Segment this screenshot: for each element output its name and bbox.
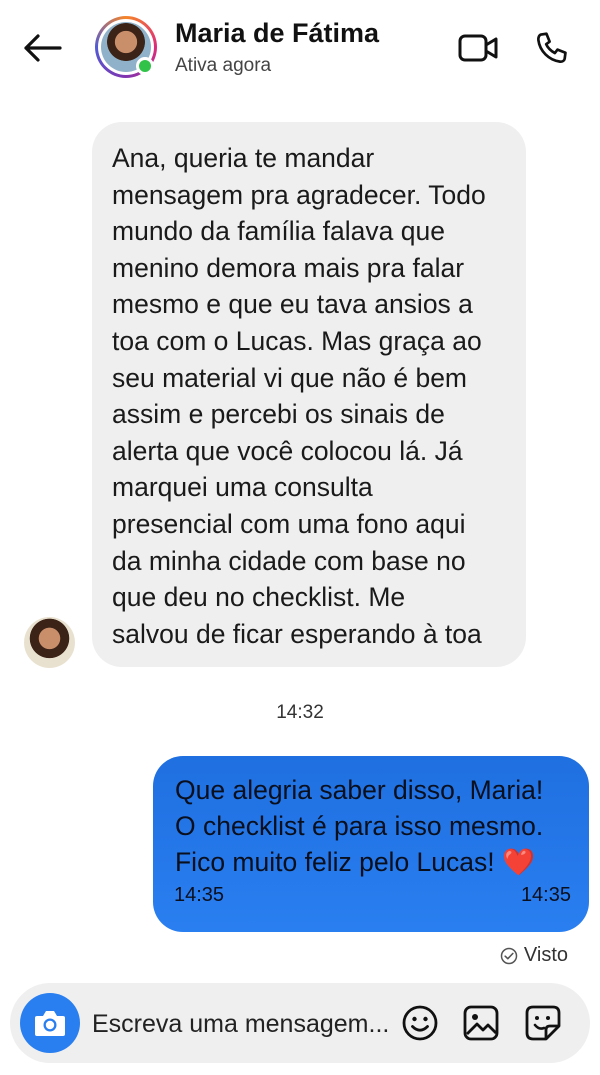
seen-label: Visto [523,944,568,966]
sender-avatar[interactable] [24,617,75,668]
emoji-button[interactable] [400,1003,440,1043]
image-icon [463,1005,499,1041]
phone-icon [536,32,567,64]
message-line: alerta que você colocou lá. Já [112,435,463,466]
message-line: da minha cidade com base no [112,545,466,576]
message-input[interactable] [92,1005,402,1043]
sent-message-bubble[interactable]: Que alegria saber disso, Maria! O checkl… [153,756,589,932]
message-line: que deu no checklist. Me [112,582,406,613]
message-line-with-emoji: Fico muito feliz pelo Lucas! ❤️ [175,844,569,880]
message-line: Que alegria saber disso, Maria! [175,775,544,805]
message-line: mensagem pra agradecer. Todo [112,179,486,210]
message-line: mesmo e que eu tava ansios a [112,289,473,320]
camera-button[interactable] [20,993,80,1053]
heart-emoji: ❤️ [502,847,535,877]
message-line: seu material vi que não é bem [112,362,468,393]
message-line: toa com o Lucas. Mas graça ao [112,325,482,356]
chat-screen: Maria de Fátima Ativa agora Ana, queria … [0,0,600,1075]
message-timestamp: 14:32 [276,702,324,723]
message-composer [10,983,590,1063]
sent-time: 14:35 [174,884,225,906]
message-line: Ana, queria te mandar [112,143,375,173]
message-line: O checklist é para isso mesmo. [175,811,544,841]
contact-name[interactable]: Maria de Fátima [175,18,379,49]
back-button[interactable] [18,26,66,70]
voice-call-button[interactable] [528,24,576,72]
contact-status: Ativa agora [175,55,272,76]
message-line: mundo da família falava que [112,216,445,247]
camera-icon [35,1011,65,1036]
sent-time: 14:35 [520,884,571,906]
video-camera-icon [458,34,498,62]
sticker-icon [525,1005,561,1041]
message-line: presencial com uma fono aqui [112,508,466,539]
chat-header: Maria de Fátima Ativa agora [0,0,600,100]
message-line: assim e percebi os sinais de [112,399,445,430]
message-line: Fico muito feliz pelo Lucas! [175,847,495,877]
message-line: marquei uma consulta [112,472,373,503]
check-circle-icon [500,947,518,964]
online-indicator [136,57,154,75]
arrow-left-icon [24,34,62,62]
seen-status: Visto [500,944,568,967]
video-call-button[interactable] [454,26,502,70]
message-line: menino demora mais pra falar [112,252,465,283]
received-message-bubble[interactable]: Ana, queria te mandar mensagem pra agrad… [92,122,526,667]
gallery-button[interactable] [461,1003,501,1043]
smiley-icon [402,1005,438,1041]
sticker-button[interactable] [523,1003,563,1043]
message-line: salvou de ficar esperando à toa [112,618,482,649]
